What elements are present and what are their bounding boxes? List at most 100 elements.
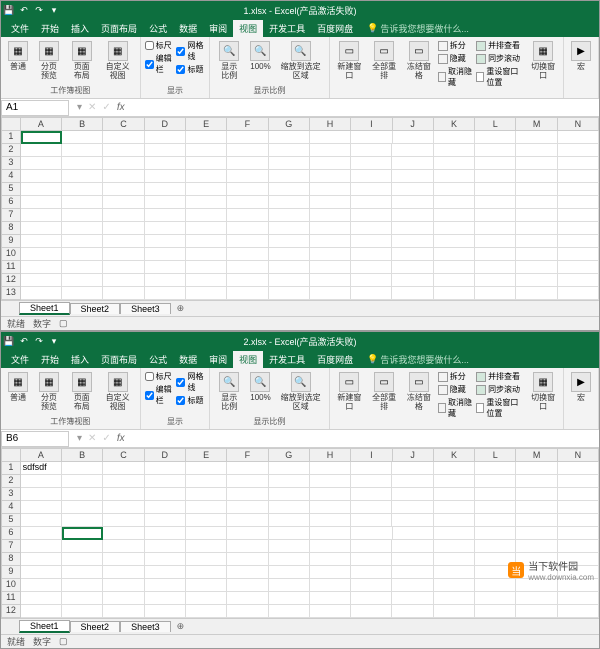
cell-N12[interactable]	[558, 605, 599, 618]
cell-G13[interactable]	[269, 287, 310, 300]
cell-E4[interactable]	[186, 501, 227, 514]
menu-页面布局[interactable]: 页面布局	[95, 20, 143, 37]
cell-K5[interactable]	[434, 514, 475, 527]
cell-F3[interactable]	[227, 488, 268, 501]
cell-J9[interactable]	[392, 566, 433, 579]
view-btn-3[interactable]: ▦自定义视图	[100, 370, 136, 414]
add-sheet-button[interactable]: ⊕	[171, 621, 191, 632]
cell-D6[interactable]	[145, 196, 186, 209]
zoom-btn-1[interactable]: 🔍100%	[247, 39, 273, 83]
cell-D11[interactable]	[145, 592, 186, 605]
cell-E7[interactable]	[186, 209, 227, 222]
col-header-D[interactable]: D	[145, 448, 186, 462]
cell-E1[interactable]	[186, 131, 227, 144]
cell-H7[interactable]	[310, 209, 351, 222]
zoom-btn-2[interactable]: 🔍缩放到选定区域	[277, 39, 325, 83]
zoom-btn-0[interactable]: 🔍显示比例	[214, 39, 244, 83]
cell-J11[interactable]	[392, 592, 433, 605]
row-header-2[interactable]: 2	[1, 475, 21, 488]
cell-A8[interactable]	[21, 553, 62, 566]
cell-B5[interactable]	[62, 183, 103, 196]
sheet-tab-Sheet3[interactable]: Sheet3	[120, 303, 171, 314]
menu-百度网盘[interactable]: 百度网盘	[311, 20, 359, 37]
cell-H1[interactable]	[310, 462, 351, 475]
winopt2-1[interactable]: 同步滚动	[476, 383, 524, 396]
cell-I7[interactable]	[351, 540, 392, 553]
cell-F6[interactable]	[227, 196, 268, 209]
cell-J2[interactable]	[392, 144, 433, 157]
cell-L7[interactable]	[475, 209, 516, 222]
win-btn-1[interactable]: ▭全部重排	[368, 39, 400, 89]
menu-文件[interactable]: 文件	[5, 20, 35, 37]
winopt2-0[interactable]: 并排查看	[476, 39, 524, 52]
cell-B3[interactable]	[62, 488, 103, 501]
confirm-icon[interactable]: ✓	[102, 102, 110, 113]
cell-E2[interactable]	[186, 144, 227, 157]
cell-I9[interactable]	[351, 235, 392, 248]
cell-E4[interactable]	[186, 170, 227, 183]
cell-L3[interactable]	[475, 157, 516, 170]
row-header-13[interactable]: 13	[1, 287, 21, 300]
cell-B4[interactable]	[62, 170, 103, 183]
menu-开发工具[interactable]: 开发工具	[263, 20, 311, 37]
row-header-6[interactable]: 6	[1, 196, 21, 209]
cell-A5[interactable]	[21, 514, 62, 527]
cell-H11[interactable]	[310, 261, 351, 274]
menu-审阅[interactable]: 审阅	[203, 351, 233, 368]
cell-E7[interactable]	[186, 540, 227, 553]
row-header-9[interactable]: 9	[1, 235, 21, 248]
cell-F2[interactable]	[227, 144, 268, 157]
cell-A1[interactable]: sdfsdf	[21, 462, 62, 475]
cell-M1[interactable]	[516, 462, 557, 475]
save-icon[interactable]: 💾	[3, 335, 15, 347]
cell-K12[interactable]	[434, 605, 475, 618]
cell-N11[interactable]	[558, 592, 599, 605]
winopt-0[interactable]: 拆分	[438, 39, 473, 52]
menu-视图[interactable]: 视图	[233, 351, 263, 368]
cell-A13[interactable]	[21, 287, 62, 300]
cell-N3[interactable]	[558, 488, 599, 501]
cell-C9[interactable]	[103, 235, 144, 248]
cell-N3[interactable]	[558, 157, 599, 170]
cell-H6[interactable]	[310, 196, 351, 209]
cell-N13[interactable]	[558, 287, 599, 300]
cell-J12[interactable]	[392, 605, 433, 618]
cell-B9[interactable]	[62, 235, 103, 248]
cell-J6[interactable]	[392, 196, 433, 209]
cell-E6[interactable]	[186, 196, 227, 209]
winopt2-1[interactable]: 同步滚动	[476, 52, 524, 65]
cell-K7[interactable]	[434, 209, 475, 222]
winopt-2[interactable]: 取消隐藏	[438, 65, 473, 89]
cell-F1[interactable]	[227, 462, 268, 475]
cell-H9[interactable]	[310, 235, 351, 248]
cell-I10[interactable]	[351, 248, 392, 261]
cell-E3[interactable]	[186, 488, 227, 501]
sheet-tab-Sheet1[interactable]: Sheet1	[19, 620, 70, 633]
cell-M11[interactable]	[516, 592, 557, 605]
add-sheet-button[interactable]: ⊕	[171, 303, 191, 314]
cell-C7[interactable]	[103, 540, 144, 553]
cell-F12[interactable]	[227, 605, 268, 618]
cell-F7[interactable]	[227, 209, 268, 222]
cell-K3[interactable]	[434, 488, 475, 501]
row-header-12[interactable]: 12	[1, 274, 21, 287]
record-macro-icon[interactable]: ▢	[59, 636, 68, 647]
cell-E11[interactable]	[186, 592, 227, 605]
col-header-N[interactable]: N	[558, 448, 599, 462]
tell-me-search[interactable]: 💡告诉我您想要做什么...	[359, 353, 469, 366]
cell-B10[interactable]	[62, 248, 103, 261]
menu-数据[interactable]: 数据	[173, 351, 203, 368]
col-header-J[interactable]: J	[393, 117, 434, 131]
zoom-btn-1[interactable]: 🔍100%	[247, 370, 273, 414]
winopt-1[interactable]: 隐藏	[438, 52, 473, 65]
tell-me-search[interactable]: 💡告诉我您想要做什么...	[359, 22, 469, 35]
select-all-corner[interactable]	[1, 117, 21, 131]
redo-icon[interactable]: ↷	[33, 335, 45, 347]
cell-I6[interactable]	[351, 527, 392, 540]
cell-I2[interactable]	[351, 144, 392, 157]
cell-N6[interactable]	[558, 196, 599, 209]
row-header-7[interactable]: 7	[1, 209, 21, 222]
sheet-tab-Sheet2[interactable]: Sheet2	[70, 621, 121, 632]
row-header-1[interactable]: 1	[1, 131, 21, 144]
cell-E6[interactable]	[186, 527, 227, 540]
